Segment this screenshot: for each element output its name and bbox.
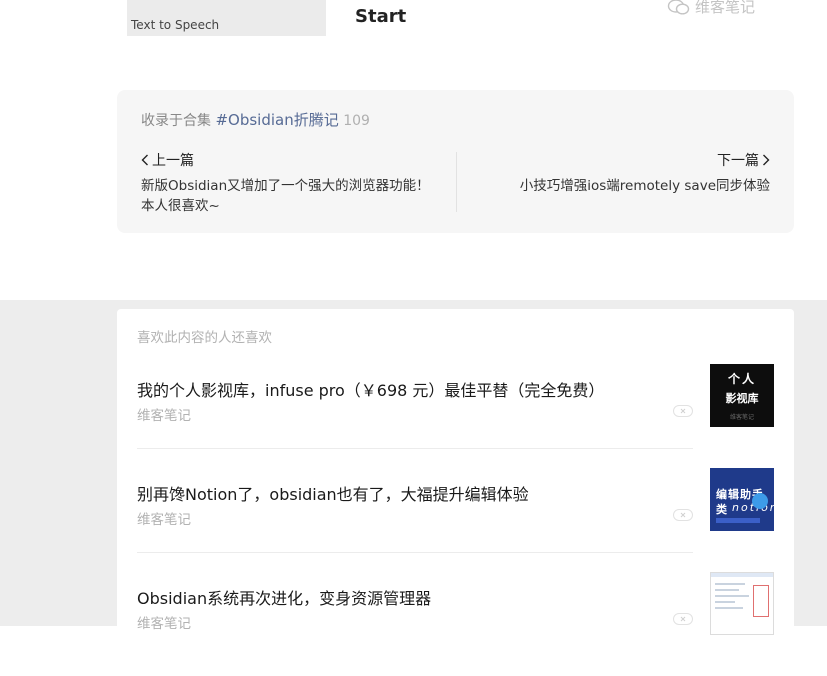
video-thumbnail[interactable]: Text to Speech <box>127 0 326 36</box>
recommend-item-thumbnail: 个人 影视库 维客笔记 <box>710 364 774 427</box>
next-article-title: 小技巧增强ios端remotely save同步体验 <box>519 178 770 194</box>
prev-article-link[interactable]: 上一篇 新版Obsidian又增加了一个强大的浏览器功能！本人很喜欢~ <box>141 150 431 216</box>
watermark-text: 维客笔记 <box>695 0 756 16</box>
dismiss-button[interactable] <box>673 405 693 417</box>
recommend-item[interactable]: Obsidian系统再次进化，变身资源管理器 维客笔记 <box>137 572 774 676</box>
item-divider <box>137 448 693 449</box>
recommend-item-title: 我的个人影视库，infuse pro（￥698 元）最佳平替（完全免费） <box>137 381 605 400</box>
dismiss-button[interactable] <box>673 613 693 625</box>
thumbnail-decoration <box>715 595 749 597</box>
recommend-item-thumbnail: 编辑助手 类 notion <box>710 468 774 531</box>
nav-divider <box>456 152 457 212</box>
chevron-right-icon <box>763 154 770 166</box>
thumbnail-decoration <box>752 493 768 509</box>
dismiss-button[interactable] <box>673 509 693 521</box>
item-divider <box>137 552 693 553</box>
thumbnail-text: 影视库 <box>725 392 759 405</box>
close-icon <box>680 408 686 414</box>
recommend-item[interactable]: 我的个人影视库，infuse pro（￥698 元）最佳平替（完全免费） 维客笔… <box>137 364 774 468</box>
recommend-item-source: 维客笔记 <box>137 512 191 528</box>
section-title: Start <box>355 6 407 27</box>
thumbnail-text: 类 <box>716 503 727 516</box>
next-label: 下一篇 <box>717 150 770 170</box>
recommend-heading: 喜欢此内容的人还喜欢 <box>137 330 272 346</box>
recommend-item[interactable]: 别再馋Notion了，obsidian也有了，大福提升编辑体验 维客笔记 编辑助… <box>137 468 774 572</box>
thumbnail-decoration <box>715 583 745 585</box>
prev-article-title: 新版Obsidian又增加了一个强大的浏览器功能！本人很喜欢~ <box>141 178 430 214</box>
next-label-text: 下一篇 <box>717 153 759 169</box>
recommend-item-source: 维客笔记 <box>137 408 191 424</box>
recommend-item-title: 别再馋Notion了，obsidian也有了，大福提升编辑体验 <box>137 485 529 504</box>
collection-prefix: 收录于合集 <box>141 113 211 129</box>
thumbnail-decoration <box>716 518 760 523</box>
thumbnail-decoration <box>753 585 769 617</box>
chevron-left-icon <box>141 154 148 166</box>
next-article-link[interactable]: 下一篇 小技巧增强ios端remotely save同步体验 <box>480 150 770 196</box>
thumbnail-text: 个人 <box>727 372 756 386</box>
close-icon <box>680 512 686 518</box>
wechat-icon <box>667 0 690 15</box>
thumbnail-decoration <box>711 573 773 577</box>
collection-card: 收录于合集 #Obsidian折腾记 109 上一篇 新版Obsidian又增加… <box>117 90 794 233</box>
recommend-panel: 喜欢此内容的人还喜欢 我的个人影视库，infuse pro（￥698 元）最佳平… <box>117 309 794 635</box>
prev-label-text: 上一篇 <box>152 153 194 169</box>
thumbnail-caption: Text to Speech <box>131 18 220 32</box>
thumbnail-decoration <box>715 607 743 609</box>
prev-label: 上一篇 <box>141 150 194 170</box>
thumbnail-text: 维客笔记 <box>729 414 754 421</box>
close-icon <box>680 616 686 622</box>
recommend-item-source: 维客笔记 <box>137 616 191 632</box>
recommend-item-title: Obsidian系统再次进化，变身资源管理器 <box>137 589 432 608</box>
collection-header: 收录于合集 #Obsidian折腾记 109 <box>141 109 370 130</box>
thumbnail-decoration <box>715 601 735 603</box>
watermark: 维客笔记 <box>667 0 755 17</box>
collection-count: 109 <box>343 113 370 129</box>
thumbnail-decoration <box>715 589 739 591</box>
collection-tag-link[interactable]: #Obsidian折腾记 <box>215 111 338 129</box>
